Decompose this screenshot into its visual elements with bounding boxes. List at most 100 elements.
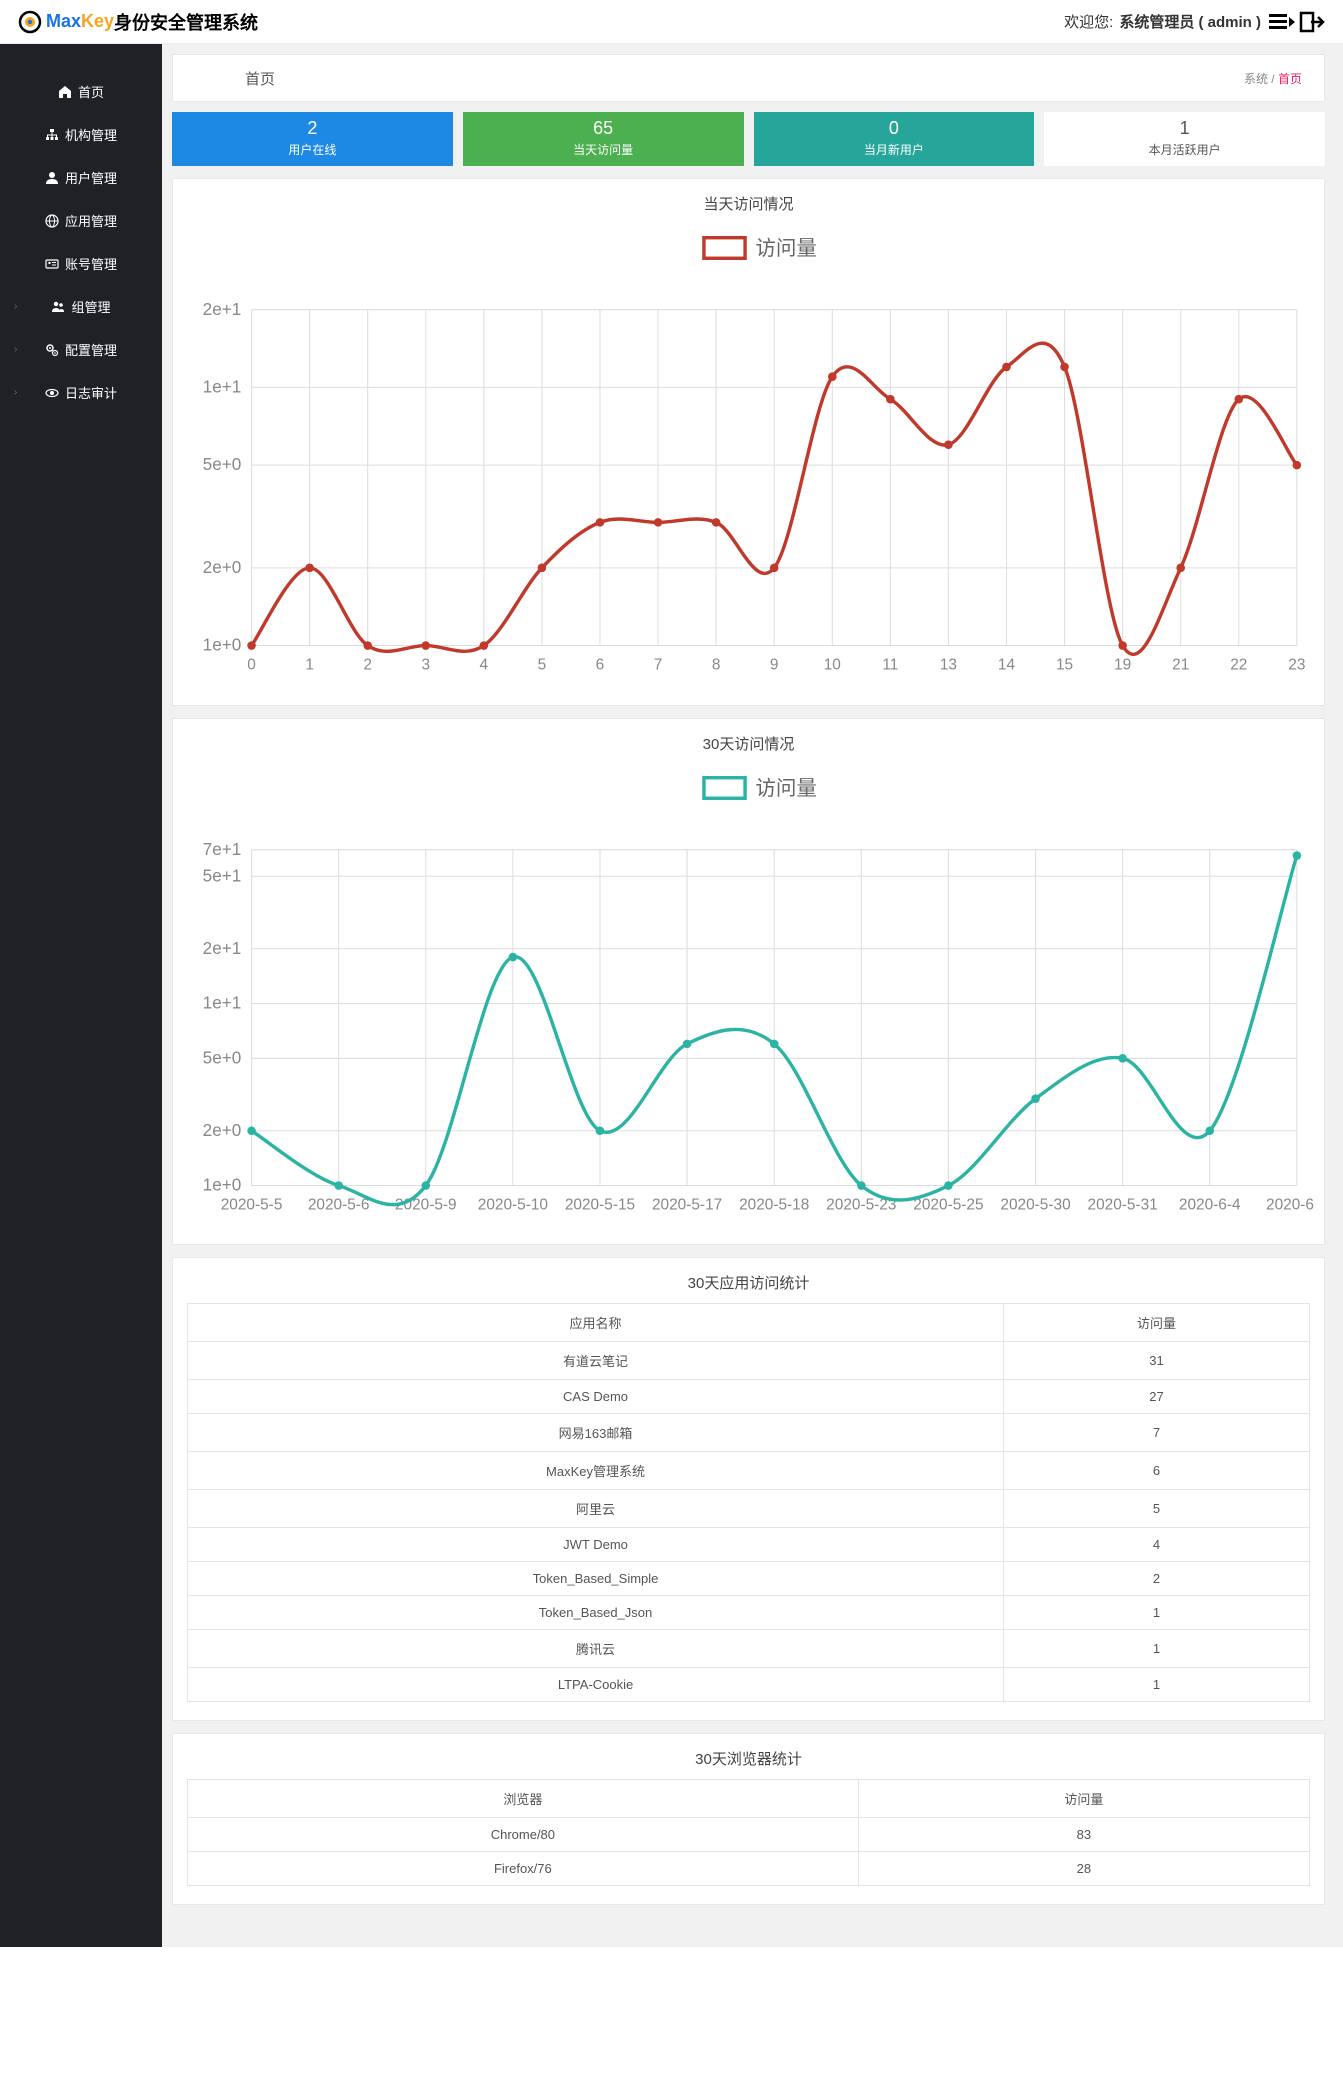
data-point[interactable]: [944, 440, 953, 449]
sidebar-item-idcard[interactable]: 账号管理: [0, 242, 162, 285]
table-cell: Token_Based_Simple: [188, 1562, 1004, 1596]
data-point[interactable]: [1002, 363, 1011, 372]
data-point[interactable]: [247, 1126, 256, 1135]
x-tick-label: 19: [1114, 657, 1131, 674]
table-cell: 阿里云: [188, 1490, 1004, 1528]
globe-icon: [45, 214, 59, 228]
data-point[interactable]: [944, 1181, 953, 1190]
idcard-icon: [45, 257, 59, 271]
data-point[interactable]: [1060, 363, 1069, 372]
table-cell: 1: [1004, 1630, 1310, 1668]
sidebar-item-sitemap[interactable]: 机构管理: [0, 113, 162, 156]
x-tick-label: 15: [1056, 657, 1073, 674]
page-title: 首页: [245, 68, 275, 89]
chart-panel-daily: 当天访问情况 访问量1e+02e+05e+01e+12e+10123456789…: [172, 178, 1325, 706]
data-point[interactable]: [480, 641, 489, 650]
data-point[interactable]: [770, 1039, 779, 1048]
x-tick-label: 2020-6-5: [1266, 1196, 1314, 1213]
stat-label: 当天访问量: [463, 141, 744, 158]
logout-icon[interactable]: [1299, 11, 1325, 33]
sidebar: 首页机构管理用户管理应用管理账号管理 ›组管理›配置管理›日志审计: [0, 44, 162, 1947]
stat-box[interactable]: 0当月新用户: [754, 112, 1035, 166]
home-icon: [58, 85, 72, 99]
data-point[interactable]: [683, 1039, 692, 1048]
data-point[interactable]: [712, 518, 721, 527]
sidebar-item-home[interactable]: 首页: [0, 70, 162, 113]
table-row: Firefox/7628: [188, 1852, 1310, 1886]
chart-title: 30天访问情况: [173, 729, 1324, 764]
data-point[interactable]: [509, 952, 518, 961]
x-tick-label: 13: [940, 657, 957, 674]
app-logo: MaxKey身份安全管理系统: [18, 9, 258, 35]
table-header-row: 浏览器访问量: [188, 1780, 1310, 1818]
data-point[interactable]: [1205, 1126, 1214, 1135]
data-point[interactable]: [828, 372, 837, 381]
eye-icon: [45, 386, 59, 400]
data-point[interactable]: [421, 1181, 430, 1190]
data-point[interactable]: [1031, 1094, 1040, 1103]
x-tick-label: 10: [824, 657, 841, 674]
sidebar-item-cogs[interactable]: ›配置管理: [0, 328, 162, 371]
stat-box[interactable]: 2用户在线: [172, 112, 453, 166]
y-tick-label: 5e+0: [203, 1047, 242, 1067]
app-stats-panel: 30天应用访问统计 应用名称访问量有道云笔记31CAS Demo27网易163邮…: [172, 1257, 1325, 1721]
table-row: Chrome/8083: [188, 1818, 1310, 1852]
sidebar-item-user[interactable]: 用户管理: [0, 156, 162, 199]
legend-label: 访问量: [755, 237, 817, 260]
stat-box[interactable]: 65当天访问量: [463, 112, 744, 166]
y-tick-label: 2e+0: [203, 1120, 242, 1140]
menu-icon[interactable]: [1269, 11, 1295, 33]
data-point[interactable]: [247, 641, 256, 650]
data-point[interactable]: [1118, 641, 1127, 650]
stat-box[interactable]: 1本月活跃用户: [1044, 112, 1325, 166]
x-tick-label: 2020-5-6: [308, 1196, 370, 1213]
x-tick-label: 9: [770, 657, 779, 674]
data-point[interactable]: [886, 395, 895, 404]
data-point[interactable]: [1234, 395, 1243, 404]
logo-text-max: Max: [46, 11, 81, 32]
data-point[interactable]: [596, 518, 605, 527]
x-tick-label: 2020-6-4: [1179, 1196, 1241, 1213]
data-point[interactable]: [596, 1126, 605, 1135]
data-point[interactable]: [1176, 564, 1185, 573]
sidebar-item-label: 账号管理: [65, 254, 117, 273]
x-tick-label: 4: [480, 657, 489, 674]
table-cell: CAS Demo: [188, 1380, 1004, 1414]
logo-icon: [18, 10, 42, 34]
table-cell: Firefox/76: [188, 1852, 859, 1886]
panel-title: 30天浏览器统计: [173, 1744, 1324, 1779]
welcome-text: 欢迎您:: [1064, 11, 1113, 32]
table-cell: 5: [1004, 1490, 1310, 1528]
stat-value: 1: [1044, 118, 1325, 139]
app-table: 应用名称访问量有道云笔记31CAS Demo27网易163邮箱7MaxKey管理…: [187, 1303, 1310, 1702]
data-point[interactable]: [770, 564, 779, 573]
sidebar-item-users[interactable]: ›组管理: [0, 285, 162, 328]
table-cell: 有道云笔记: [188, 1342, 1004, 1380]
table-cell: 1: [1004, 1668, 1310, 1702]
data-point[interactable]: [363, 641, 372, 650]
data-point[interactable]: [1293, 461, 1302, 470]
data-point[interactable]: [334, 1181, 343, 1190]
data-point[interactable]: [421, 641, 430, 650]
x-tick-label: 2: [363, 657, 372, 674]
data-point[interactable]: [654, 518, 663, 527]
data-point[interactable]: [1118, 1054, 1127, 1063]
sidebar-item-eye[interactable]: ›日志审计: [0, 371, 162, 414]
table-cell: LTPA-Cookie: [188, 1668, 1004, 1702]
y-tick-label: 5e+0: [203, 454, 242, 474]
sidebar-item-globe[interactable]: 应用管理: [0, 199, 162, 242]
breadcrumb-path: 系统 / 首页: [1244, 70, 1302, 87]
data-point[interactable]: [305, 564, 314, 573]
data-point[interactable]: [857, 1181, 866, 1190]
table-cell: 网易163邮箱: [188, 1414, 1004, 1452]
x-tick-label: 23: [1288, 657, 1305, 674]
sidebar-item-label: 日志审计: [65, 383, 117, 402]
table-header: 访问量: [1004, 1304, 1310, 1342]
x-tick-label: 1: [305, 657, 314, 674]
stat-row: 2用户在线65当天访问量0当月新用户1本月活跃用户: [172, 112, 1325, 166]
y-tick-label: 5e+1: [203, 865, 242, 885]
sidebar-item-label: 应用管理: [65, 211, 117, 230]
data-point[interactable]: [1293, 851, 1302, 860]
data-point[interactable]: [538, 564, 547, 573]
table-cell: 31: [1004, 1342, 1310, 1380]
